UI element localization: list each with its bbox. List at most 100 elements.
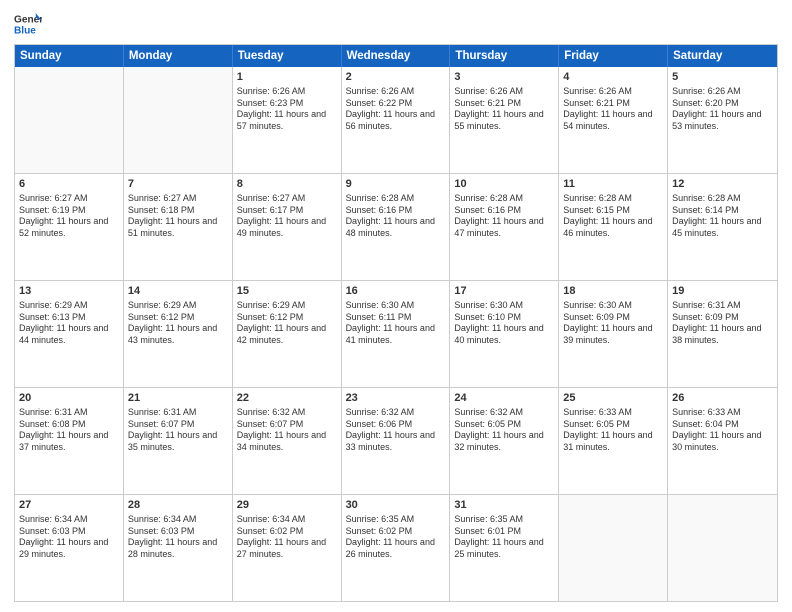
header-day-monday: Monday: [124, 45, 233, 67]
day-info: Sunrise: 6:27 AM Sunset: 6:17 PM Dayligh…: [237, 193, 337, 240]
day-info: Sunrise: 6:32 AM Sunset: 6:05 PM Dayligh…: [454, 407, 554, 454]
day-number: 16: [346, 284, 446, 299]
day-info: Sunrise: 6:30 AM Sunset: 6:09 PM Dayligh…: [563, 300, 663, 347]
day-info: Sunrise: 6:34 AM Sunset: 6:03 PM Dayligh…: [19, 514, 119, 561]
calendar-cell: [124, 67, 233, 173]
day-number: 8: [237, 177, 337, 192]
calendar-cell: [668, 495, 777, 601]
svg-text:Blue: Blue: [14, 25, 36, 36]
calendar-cell: [15, 67, 124, 173]
calendar-cell: 16Sunrise: 6:30 AM Sunset: 6:11 PM Dayli…: [342, 281, 451, 387]
day-info: Sunrise: 6:27 AM Sunset: 6:18 PM Dayligh…: [128, 193, 228, 240]
day-number: 3: [454, 70, 554, 85]
calendar-cell: 1Sunrise: 6:26 AM Sunset: 6:23 PM Daylig…: [233, 67, 342, 173]
day-info: Sunrise: 6:26 AM Sunset: 6:21 PM Dayligh…: [454, 86, 554, 133]
day-number: 12: [672, 177, 773, 192]
day-info: Sunrise: 6:34 AM Sunset: 6:02 PM Dayligh…: [237, 514, 337, 561]
calendar: SundayMondayTuesdayWednesdayThursdayFrid…: [14, 44, 778, 602]
day-info: Sunrise: 6:31 AM Sunset: 6:07 PM Dayligh…: [128, 407, 228, 454]
header-day-thursday: Thursday: [450, 45, 559, 67]
calendar-row-4: 27Sunrise: 6:34 AM Sunset: 6:03 PM Dayli…: [15, 494, 777, 601]
calendar-cell: 20Sunrise: 6:31 AM Sunset: 6:08 PM Dayli…: [15, 388, 124, 494]
day-number: 1: [237, 70, 337, 85]
calendar-row-0: 1Sunrise: 6:26 AM Sunset: 6:23 PM Daylig…: [15, 67, 777, 173]
calendar-cell: 3Sunrise: 6:26 AM Sunset: 6:21 PM Daylig…: [450, 67, 559, 173]
day-number: 21: [128, 391, 228, 406]
day-info: Sunrise: 6:34 AM Sunset: 6:03 PM Dayligh…: [128, 514, 228, 561]
calendar-row-3: 20Sunrise: 6:31 AM Sunset: 6:08 PM Dayli…: [15, 387, 777, 494]
calendar-cell: 13Sunrise: 6:29 AM Sunset: 6:13 PM Dayli…: [15, 281, 124, 387]
calendar-cell: 25Sunrise: 6:33 AM Sunset: 6:05 PM Dayli…: [559, 388, 668, 494]
logo-icon: General Blue: [14, 10, 42, 38]
calendar-cell: 10Sunrise: 6:28 AM Sunset: 6:16 PM Dayli…: [450, 174, 559, 280]
day-number: 26: [672, 391, 773, 406]
calendar-cell: 30Sunrise: 6:35 AM Sunset: 6:02 PM Dayli…: [342, 495, 451, 601]
day-number: 29: [237, 498, 337, 513]
day-number: 20: [19, 391, 119, 406]
day-info: Sunrise: 6:32 AM Sunset: 6:06 PM Dayligh…: [346, 407, 446, 454]
calendar-cell: 5Sunrise: 6:26 AM Sunset: 6:20 PM Daylig…: [668, 67, 777, 173]
day-info: Sunrise: 6:26 AM Sunset: 6:22 PM Dayligh…: [346, 86, 446, 133]
day-number: 14: [128, 284, 228, 299]
day-number: 13: [19, 284, 119, 299]
header-day-tuesday: Tuesday: [233, 45, 342, 67]
calendar-cell: [559, 495, 668, 601]
day-number: 19: [672, 284, 773, 299]
day-info: Sunrise: 6:28 AM Sunset: 6:15 PM Dayligh…: [563, 193, 663, 240]
calendar-cell: 23Sunrise: 6:32 AM Sunset: 6:06 PM Dayli…: [342, 388, 451, 494]
calendar-cell: 31Sunrise: 6:35 AM Sunset: 6:01 PM Dayli…: [450, 495, 559, 601]
calendar-cell: 21Sunrise: 6:31 AM Sunset: 6:07 PM Dayli…: [124, 388, 233, 494]
day-number: 18: [563, 284, 663, 299]
day-info: Sunrise: 6:26 AM Sunset: 6:21 PM Dayligh…: [563, 86, 663, 133]
day-number: 7: [128, 177, 228, 192]
calendar-cell: 15Sunrise: 6:29 AM Sunset: 6:12 PM Dayli…: [233, 281, 342, 387]
day-info: Sunrise: 6:35 AM Sunset: 6:02 PM Dayligh…: [346, 514, 446, 561]
day-number: 15: [237, 284, 337, 299]
day-number: 25: [563, 391, 663, 406]
header-day-sunday: Sunday: [15, 45, 124, 67]
calendar-cell: 24Sunrise: 6:32 AM Sunset: 6:05 PM Dayli…: [450, 388, 559, 494]
calendar-cell: 29Sunrise: 6:34 AM Sunset: 6:02 PM Dayli…: [233, 495, 342, 601]
day-info: Sunrise: 6:31 AM Sunset: 6:09 PM Dayligh…: [672, 300, 773, 347]
day-number: 9: [346, 177, 446, 192]
calendar-body: 1Sunrise: 6:26 AM Sunset: 6:23 PM Daylig…: [15, 67, 777, 601]
day-info: Sunrise: 6:29 AM Sunset: 6:12 PM Dayligh…: [237, 300, 337, 347]
day-number: 11: [563, 177, 663, 192]
calendar-cell: 4Sunrise: 6:26 AM Sunset: 6:21 PM Daylig…: [559, 67, 668, 173]
header: General Blue: [14, 10, 778, 38]
day-info: Sunrise: 6:27 AM Sunset: 6:19 PM Dayligh…: [19, 193, 119, 240]
calendar-cell: 26Sunrise: 6:33 AM Sunset: 6:04 PM Dayli…: [668, 388, 777, 494]
header-day-friday: Friday: [559, 45, 668, 67]
calendar-cell: 2Sunrise: 6:26 AM Sunset: 6:22 PM Daylig…: [342, 67, 451, 173]
day-number: 10: [454, 177, 554, 192]
day-info: Sunrise: 6:28 AM Sunset: 6:16 PM Dayligh…: [346, 193, 446, 240]
calendar-cell: 14Sunrise: 6:29 AM Sunset: 6:12 PM Dayli…: [124, 281, 233, 387]
calendar-row-1: 6Sunrise: 6:27 AM Sunset: 6:19 PM Daylig…: [15, 173, 777, 280]
calendar-cell: 9Sunrise: 6:28 AM Sunset: 6:16 PM Daylig…: [342, 174, 451, 280]
calendar-cell: 6Sunrise: 6:27 AM Sunset: 6:19 PM Daylig…: [15, 174, 124, 280]
day-number: 17: [454, 284, 554, 299]
header-day-saturday: Saturday: [668, 45, 777, 67]
day-info: Sunrise: 6:30 AM Sunset: 6:11 PM Dayligh…: [346, 300, 446, 347]
day-info: Sunrise: 6:31 AM Sunset: 6:08 PM Dayligh…: [19, 407, 119, 454]
calendar-cell: 17Sunrise: 6:30 AM Sunset: 6:10 PM Dayli…: [450, 281, 559, 387]
calendar-cell: 12Sunrise: 6:28 AM Sunset: 6:14 PM Dayli…: [668, 174, 777, 280]
calendar-cell: 11Sunrise: 6:28 AM Sunset: 6:15 PM Dayli…: [559, 174, 668, 280]
calendar-cell: 7Sunrise: 6:27 AM Sunset: 6:18 PM Daylig…: [124, 174, 233, 280]
day-number: 27: [19, 498, 119, 513]
calendar-row-2: 13Sunrise: 6:29 AM Sunset: 6:13 PM Dayli…: [15, 280, 777, 387]
day-info: Sunrise: 6:26 AM Sunset: 6:20 PM Dayligh…: [672, 86, 773, 133]
logo: General Blue: [14, 10, 42, 38]
day-number: 22: [237, 391, 337, 406]
day-number: 4: [563, 70, 663, 85]
day-info: Sunrise: 6:28 AM Sunset: 6:16 PM Dayligh…: [454, 193, 554, 240]
day-number: 2: [346, 70, 446, 85]
day-info: Sunrise: 6:26 AM Sunset: 6:23 PM Dayligh…: [237, 86, 337, 133]
day-info: Sunrise: 6:29 AM Sunset: 6:12 PM Dayligh…: [128, 300, 228, 347]
day-number: 23: [346, 391, 446, 406]
calendar-cell: 18Sunrise: 6:30 AM Sunset: 6:09 PM Dayli…: [559, 281, 668, 387]
day-info: Sunrise: 6:33 AM Sunset: 6:05 PM Dayligh…: [563, 407, 663, 454]
day-number: 6: [19, 177, 119, 192]
calendar-cell: 22Sunrise: 6:32 AM Sunset: 6:07 PM Dayli…: [233, 388, 342, 494]
day-info: Sunrise: 6:29 AM Sunset: 6:13 PM Dayligh…: [19, 300, 119, 347]
